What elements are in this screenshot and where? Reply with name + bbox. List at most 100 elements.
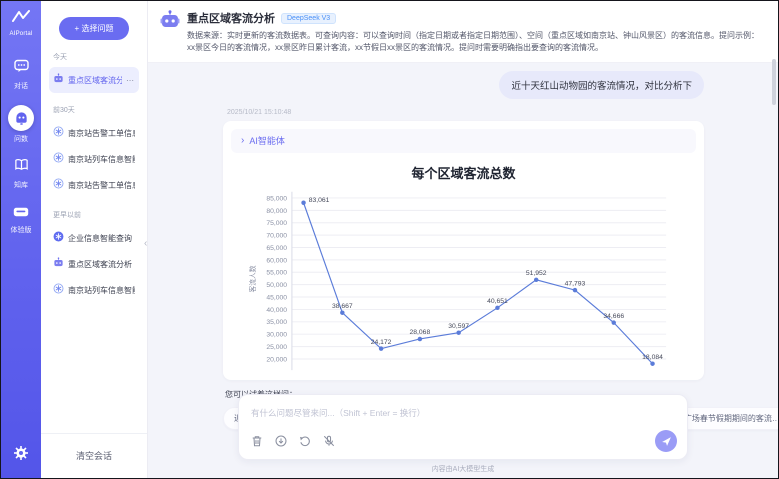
chart-title: 每个区域客流总数 (233, 163, 694, 182)
sparkle-icon (53, 150, 64, 168)
conversation-item[interactable]: 南京站告警工单信息查询 (49, 172, 139, 198)
chat-bubble-icon (14, 59, 29, 78)
book-icon (14, 158, 29, 177)
svg-text:30,000: 30,000 (266, 331, 287, 338)
nav-label: 对话 (14, 81, 28, 91)
agent-toggle-label: AI智能体 (249, 134, 285, 147)
traffic-line-chart: 20,000 25,000 30,000 35,000 40,000 45,000 50,0… (233, 184, 694, 374)
conversation-more-icon[interactable]: ⋯ (126, 76, 135, 85)
trash-icon[interactable] (251, 435, 263, 447)
svg-text:25,000: 25,000 (266, 344, 287, 351)
settings-gear-icon[interactable] (13, 445, 29, 466)
svg-text:24,172: 24,172 (371, 339, 392, 346)
nav-label: 问数 (14, 134, 28, 144)
svg-text:83,061: 83,061 (309, 197, 330, 204)
app-window: AIPortal 对话 问数 知库 (0, 0, 779, 479)
logo-mark-icon (11, 10, 31, 28)
conversation-label: 重点区域客流分析 (68, 75, 122, 86)
svg-text:40,000: 40,000 (266, 307, 287, 314)
conversation-item[interactable]: 重点区域客流分析 (49, 251, 139, 277)
model-tag-badge: DeepSeek V3 (281, 13, 336, 24)
svg-text:28,068: 28,068 (410, 329, 431, 336)
chat-main: 重点区域客流分析 DeepSeek V3 数据来源：实时更新的客流数据表。可查询… (148, 1, 778, 478)
clear-session-button[interactable]: 清空会话 (76, 449, 112, 462)
mic-off-icon[interactable] (323, 435, 335, 447)
nav-label: 知库 (14, 180, 28, 190)
svg-text:80,000: 80,000 (266, 208, 287, 215)
svg-text:38,667: 38,667 (332, 303, 353, 310)
composer (238, 394, 688, 460)
svg-text:70,000: 70,000 (266, 232, 287, 239)
conversation-item[interactable]: 企业信息智能查询 (49, 225, 139, 251)
conversation-item[interactable]: 南京站列车信息智能查询 (49, 277, 139, 303)
chevron-right-icon: › (241, 135, 244, 146)
svg-text:85,000: 85,000 (266, 195, 287, 202)
download-circle-icon[interactable] (275, 435, 287, 447)
svg-text:客流人数: 客流人数 (248, 265, 257, 292)
clear-area: 清空会话 (41, 433, 147, 478)
svg-text:20,000: 20,000 (266, 356, 287, 363)
conversation-panel: + 选择问题 今天 重点区域客流分析 ⋯ 前30天 南京站告警工单信息查询 (41, 1, 148, 478)
data-qa-icon (8, 105, 34, 131)
send-button[interactable] (655, 430, 677, 452)
agent-header: 重点区域客流分析 DeepSeek V3 数据来源：实时更新的客流数据表。可查询… (148, 1, 778, 63)
nav-item-chat[interactable]: 对话 (14, 59, 29, 91)
scrollbar-thumb[interactable] (772, 59, 776, 105)
svg-text:40,651: 40,651 (487, 298, 508, 305)
robot-icon (53, 71, 64, 89)
svg-text:51,952: 51,952 (526, 270, 547, 277)
svg-text:47,793: 47,793 (565, 280, 586, 287)
svg-text:55,000: 55,000 (266, 269, 287, 276)
conversation-label: 重点区域客流分析 (68, 259, 132, 270)
agent-title: 重点区域客流分析 (187, 10, 275, 26)
nav-item-trial-badge[interactable]: 体验版 (11, 204, 32, 235)
conversation-list: 今天 重点区域客流分析 ⋯ 前30天 南京站告警工单信息查询 南京站列车信息智 (41, 40, 147, 433)
conversation-item[interactable]: 南京站告警工单信息查询 (49, 120, 139, 146)
svg-text:18,084: 18,084 (642, 354, 663, 361)
conversation-label: 南京站告警工单信息查询 (68, 128, 135, 139)
sparkle-icon (53, 176, 64, 194)
sparkle-icon (53, 281, 64, 299)
nav-item-data-qa-active[interactable]: 问数 (8, 105, 34, 144)
svg-text:30,597: 30,597 (448, 323, 469, 330)
svg-text:60,000: 60,000 (266, 257, 287, 264)
chart-container: 每个区域客流总数 20,000 25,000 30,000 35,000 40,000 4… (231, 153, 696, 374)
nav-item-knowledge[interactable]: 知库 (14, 158, 29, 190)
conversation-label: 南京站列车信息智能查询 (68, 154, 135, 165)
sparkle-icon (53, 124, 64, 142)
group-title-earlier: 更早以前 (53, 210, 135, 220)
svg-text:65,000: 65,000 (266, 245, 287, 252)
user-message-bubble: 近十天红山动物园的客流情况，对比分析下 (499, 71, 704, 99)
badge-icon (13, 204, 29, 222)
agent-description: 数据来源：实时更新的客流数据表。可查询内容：可以查询时间（指定日期或者指定日期范… (187, 30, 768, 55)
new-question-button[interactable]: + 选择问题 (59, 17, 129, 40)
assistant-answer-card: › AI智能体 每个区域客流总数 20,000 25,000 30,000 35,00… (223, 121, 704, 380)
group-title-last30: 前30天 (53, 105, 135, 115)
app-logo: AIPortal (10, 10, 33, 37)
undo-icon[interactable] (299, 435, 311, 447)
conversation-label: 南京站告警工单信息查询 (68, 180, 135, 191)
rail-nav: 对话 问数 知库 体验版 (8, 59, 34, 235)
svg-text:75,000: 75,000 (266, 220, 287, 227)
ai-disclaimer: 内容由AI大模型生成 (148, 464, 778, 474)
message-input[interactable] (251, 408, 677, 418)
icon-rail: AIPortal 对话 问数 知库 (1, 1, 41, 478)
logo-text: AIPortal (10, 31, 33, 37)
agent-avatar-robot-icon (160, 10, 180, 55)
sparkle-filled-icon (53, 229, 64, 247)
conversation-item[interactable]: 南京站列车信息智能查询 (49, 146, 139, 172)
conversation-label: 南京站列车信息智能查询 (68, 285, 135, 296)
group-title-today: 今天 (53, 52, 135, 62)
composer-toolbar (251, 430, 677, 452)
agent-steps-toggle[interactable]: › AI智能体 (231, 129, 696, 153)
svg-text:50,000: 50,000 (266, 282, 287, 289)
svg-text:45,000: 45,000 (266, 294, 287, 301)
conversation-item-active[interactable]: 重点区域客流分析 ⋯ (49, 67, 139, 93)
svg-text:34,666: 34,666 (603, 313, 624, 320)
message-timestamp: 2025/10/21 15:10:48 (227, 109, 704, 116)
nav-label: 体验版 (11, 225, 32, 235)
conversation-label: 企业信息智能查询 (68, 233, 132, 244)
robot-icon (53, 255, 64, 273)
panel-collapse-handle[interactable]: ‹ (144, 233, 154, 255)
svg-text:35,000: 35,000 (266, 319, 287, 326)
